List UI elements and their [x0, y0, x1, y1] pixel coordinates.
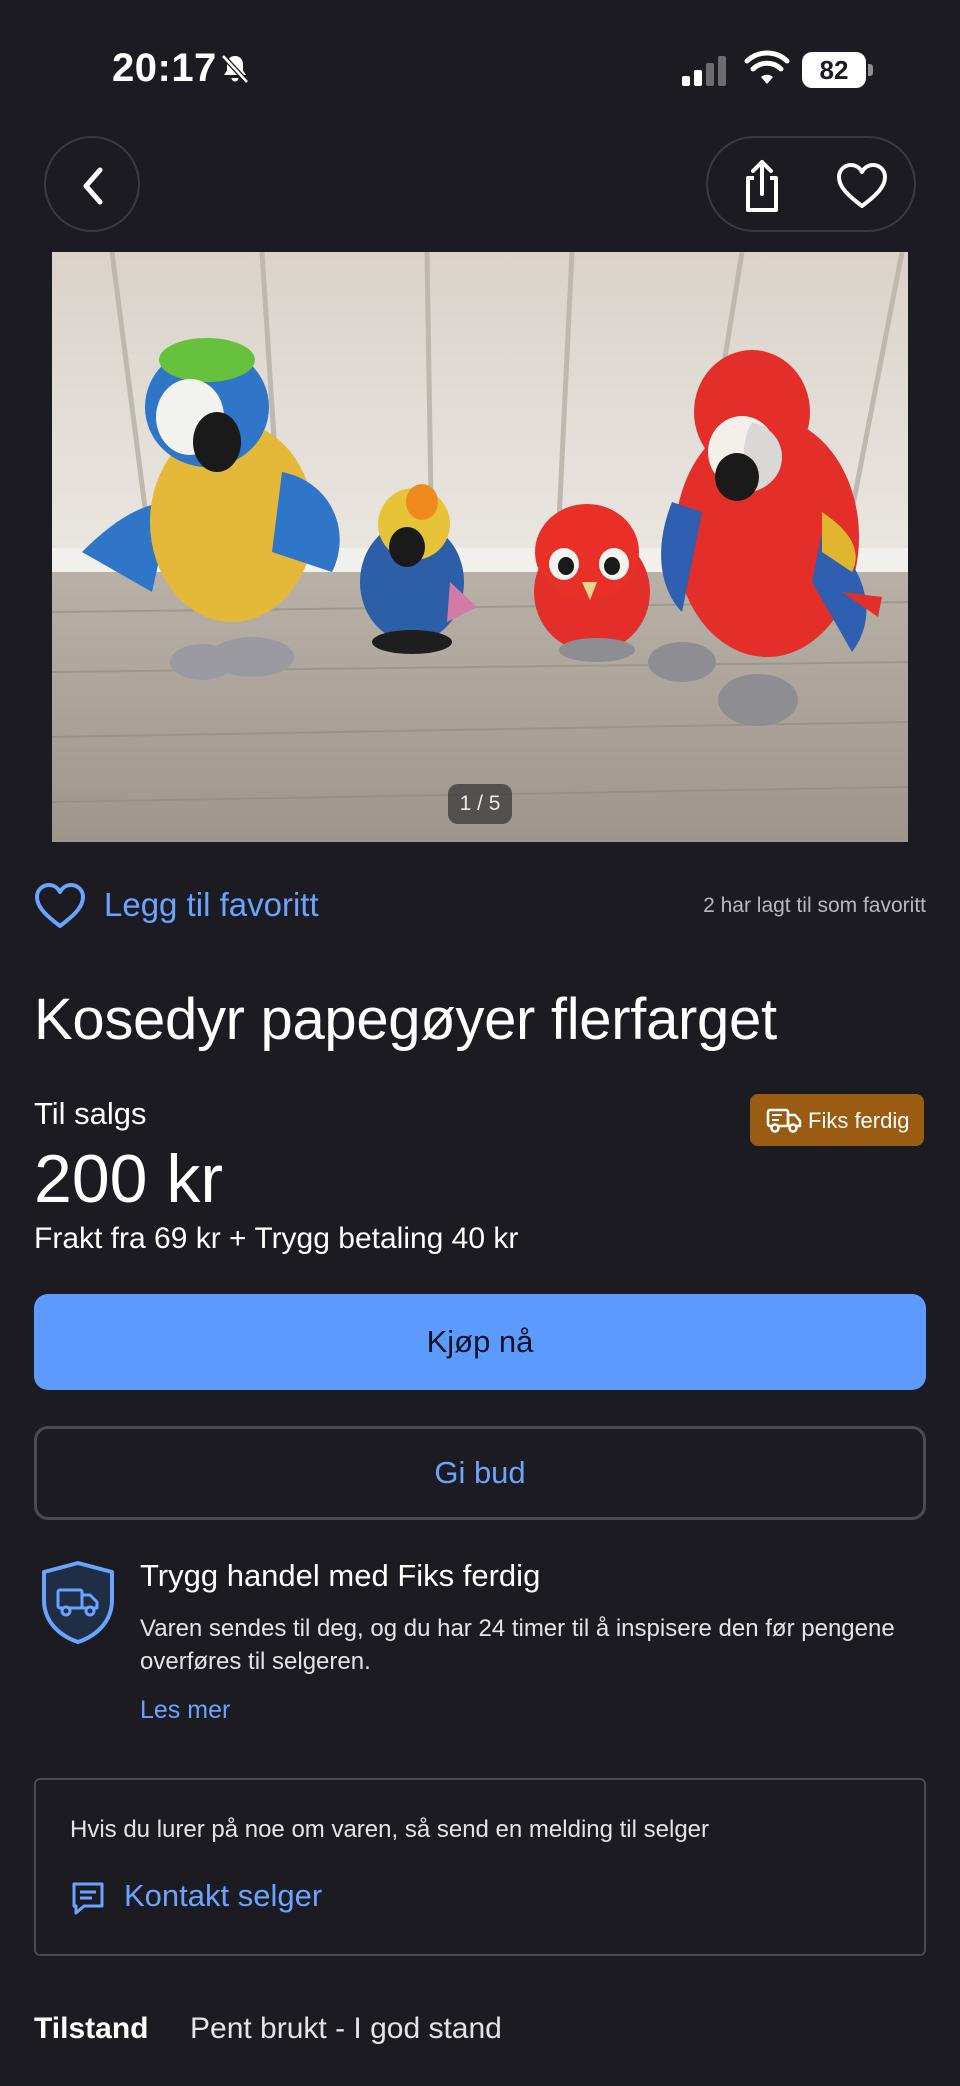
favorite-row: Legg til favoritt 2 har lagt til som fav…	[34, 878, 926, 934]
badge-label: Fiks ferdig	[808, 1108, 910, 1133]
fiks-ferdig-badge: Fiks ferdig	[750, 1094, 924, 1146]
message-icon	[72, 1882, 104, 1915]
place-bid-button[interactable]: Gi bud	[34, 1426, 926, 1520]
safe-trade-title: Trygg handel med Fiks ferdig	[140, 1558, 541, 1593]
header-actions	[706, 136, 916, 232]
share-icon[interactable]	[736, 158, 788, 214]
battery-tip	[868, 64, 873, 76]
listing-title: Kosedyr papegøyer flerfarget	[34, 987, 777, 1052]
battery-level: 82	[802, 52, 866, 88]
product-image[interactable]	[52, 252, 908, 842]
contact-hint: Hvis du lurer på noe om varen, så send e…	[70, 1816, 709, 1843]
condition-label: Tilstand	[34, 2012, 149, 2045]
price: 200 kr	[34, 1141, 223, 1217]
contact-seller-button[interactable]: Kontakt selger	[124, 1878, 322, 1914]
wifi-icon	[744, 50, 790, 84]
contact-seller-box: Hvis du lurer på noe om varen, så send e…	[34, 1778, 926, 1956]
safe-trade-text: Varen sendes til deg, og du har 24 timer…	[140, 1615, 895, 1675]
status-bar: 20:17 82	[0, 0, 960, 140]
signal-icon	[682, 56, 726, 86]
image-counter: 1 / 5	[448, 784, 512, 824]
status-time: 20:17	[112, 46, 217, 90]
bell-slash-icon	[221, 54, 249, 84]
favorite-count: 2 har lagt til som favoritt	[703, 894, 926, 917]
chevron-left-icon	[83, 167, 103, 205]
shield-truck-icon	[42, 1561, 114, 1644]
buy-now-button[interactable]: Kjøp nå	[34, 1294, 926, 1390]
truck-icon	[766, 1108, 802, 1133]
heart-icon[interactable]	[836, 162, 888, 210]
back-button[interactable]	[44, 136, 140, 232]
add-favorite-link[interactable]: Legg til favoritt	[104, 886, 319, 924]
read-more-link[interactable]: Les mer	[140, 1696, 230, 1725]
heart-icon[interactable]	[34, 882, 86, 930]
battery-icon: 82	[802, 52, 873, 88]
product-photo	[52, 252, 908, 842]
sale-label: Til salgs	[34, 1096, 147, 1131]
condition-value: Pent brukt - I god stand	[190, 2012, 502, 2045]
shipping-info: Frakt fra 69 kr + Trygg betaling 40 kr	[34, 1222, 519, 1255]
